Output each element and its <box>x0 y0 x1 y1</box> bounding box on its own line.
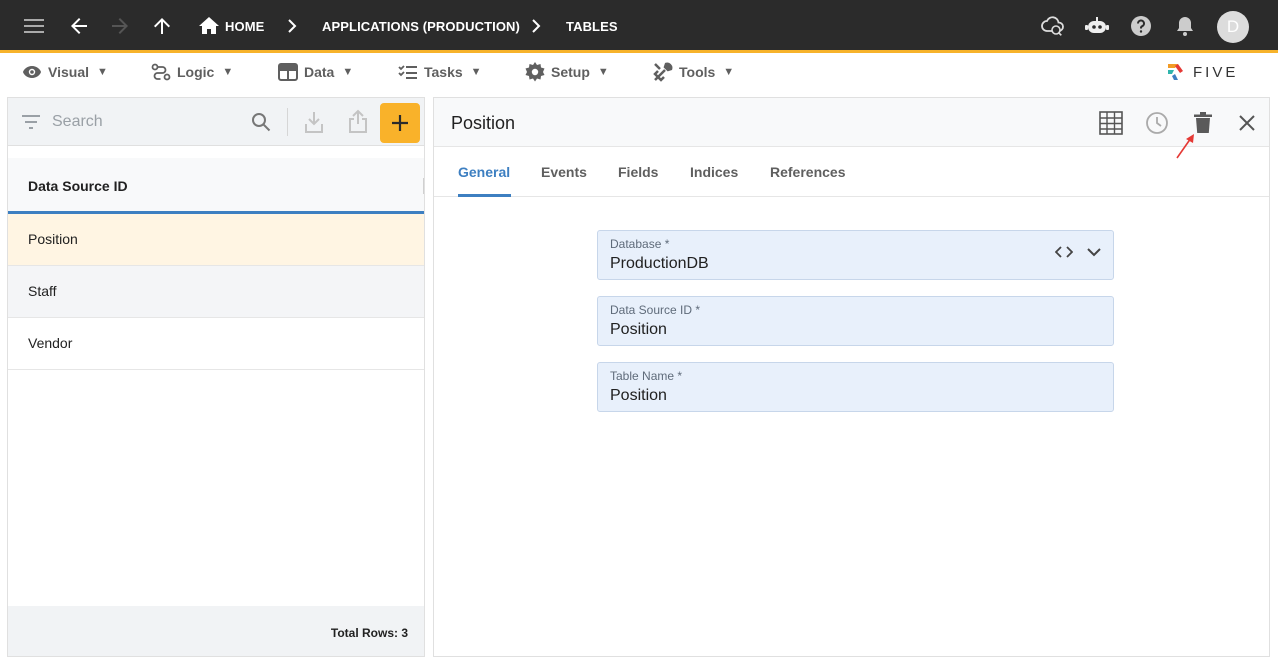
list-item[interactable]: Staff <box>8 266 424 318</box>
breadcrumb-applications[interactable]: APPLICATIONS (PRODUCTION) <box>322 19 520 34</box>
data-source-id-field[interactable]: Data Source ID * Position <box>597 296 1114 346</box>
dropdown-arrow-icon: ▼ <box>342 66 354 78</box>
active-tab-indicator <box>458 194 511 197</box>
menu-visual[interactable]: Visual ▼ <box>22 61 108 83</box>
tab-events[interactable]: Events <box>541 164 587 180</box>
menu-icon[interactable] <box>23 14 47 38</box>
tab-bar: General Events Fields Indices References <box>434 147 1269 197</box>
data-source-id-label: Data Source ID * <box>610 303 701 317</box>
eye-icon <box>23 66 41 78</box>
help-icon[interactable] <box>1129 14 1153 38</box>
page-title: Position <box>451 113 516 133</box>
list-item-label: Vendor <box>28 335 73 351</box>
import-icon[interactable] <box>304 110 324 139</box>
grid-icon[interactable] <box>1098 110 1124 136</box>
menu-logic[interactable]: Logic ▼ <box>151 61 233 83</box>
dropdown-arrow-icon: ▼ <box>470 66 482 78</box>
total-rows-label: Total Rows: 3 <box>330 626 408 640</box>
logic-icon <box>151 63 171 81</box>
tools-icon <box>653 62 673 82</box>
table-name-field[interactable]: Table Name * Position <box>597 362 1114 412</box>
tasks-icon <box>398 65 417 79</box>
search-icon[interactable] <box>251 112 271 137</box>
top-app-bar: HOME APPLICATIONS (PRODUCTION) TABLES D <box>0 0 1278 53</box>
bell-icon[interactable] <box>1173 14 1197 38</box>
column-header-label: Data Source ID <box>28 178 128 194</box>
list-item-label: Staff <box>28 283 57 299</box>
avatar[interactable]: D <box>1217 11 1249 43</box>
history-icon[interactable] <box>1144 110 1170 136</box>
database-value: ProductionDB <box>610 255 709 272</box>
list-panel: Search Data Source ID Position Staff Ven… <box>7 97 425 657</box>
tab-indices[interactable]: Indices <box>690 164 738 180</box>
menu-data[interactable]: Data ▼ <box>278 61 353 83</box>
export-icon[interactable] <box>348 108 368 139</box>
list-item-label: Position <box>28 231 78 247</box>
dropdown-arrow-icon: ▼ <box>597 66 609 78</box>
up-arrow-icon[interactable] <box>150 14 174 38</box>
divider <box>287 108 288 136</box>
search-input[interactable]: Search <box>52 113 103 131</box>
menu-data-label: Data <box>304 64 335 80</box>
cloud-connect-icon[interactable] <box>1041 14 1065 38</box>
forward-arrow-icon[interactable] <box>108 14 132 38</box>
menu-visual-label: Visual <box>48 64 89 80</box>
tab-fields[interactable]: Fields <box>618 164 658 180</box>
list-item[interactable]: Position <box>8 214 424 266</box>
menu-tools[interactable]: Tools ▼ <box>653 61 734 83</box>
plus-icon <box>392 115 408 131</box>
table-name-value: Position <box>610 387 667 404</box>
table-icon <box>278 63 298 81</box>
chevron-down-icon[interactable] <box>1087 247 1101 257</box>
database-select[interactable]: Database * ProductionDB <box>597 230 1114 280</box>
add-button[interactable] <box>380 103 420 143</box>
menu-tools-label: Tools <box>679 64 716 80</box>
annotation-arrow-icon <box>1175 132 1197 165</box>
close-icon[interactable] <box>1234 110 1260 136</box>
menu-logic-label: Logic <box>177 64 215 80</box>
tab-general[interactable]: General <box>458 164 510 180</box>
list-item[interactable]: Vendor <box>8 318 424 370</box>
tab-references[interactable]: References <box>770 164 846 180</box>
search-bar: Search <box>8 98 424 146</box>
dropdown-arrow-icon: ▼ <box>723 66 735 78</box>
chatbot-icon[interactable] <box>1085 14 1109 38</box>
five-logo-mark-icon <box>1168 64 1183 80</box>
detail-panel: Position General Events Fields Indices R… <box>433 97 1270 657</box>
code-icon[interactable] <box>1055 246 1073 258</box>
dropdown-arrow-icon: ▼ <box>222 66 234 78</box>
chevron-right-icon <box>524 14 548 38</box>
menu-tasks-label: Tasks <box>424 64 463 80</box>
data-source-id-value: Position <box>610 321 667 338</box>
gear-icon <box>525 62 545 82</box>
menu-tasks[interactable]: Tasks ▼ <box>398 61 482 83</box>
table-name-label: Table Name * <box>610 369 683 383</box>
chevron-right-icon <box>280 14 304 38</box>
menu-setup-label: Setup <box>551 64 590 80</box>
dropdown-arrow-icon: ▼ <box>97 66 108 78</box>
five-logo: FIVE <box>1165 57 1255 87</box>
list-footer: Total Rows: 3 <box>8 606 424 656</box>
detail-header: Position <box>434 98 1269 147</box>
column-resize-handle[interactable] <box>423 178 424 194</box>
column-header[interactable]: Data Source ID <box>8 158 424 214</box>
home-icon[interactable] <box>197 14 221 38</box>
breadcrumb-tables[interactable]: TABLES <box>566 19 618 34</box>
logo-text: FIVE <box>1193 63 1239 81</box>
menu-setup[interactable]: Setup ▼ <box>525 61 609 83</box>
database-label: Database * <box>610 237 670 251</box>
filter-icon[interactable] <box>21 114 41 135</box>
back-arrow-icon[interactable] <box>67 14 91 38</box>
menu-bar: Visual ▼ Logic ▼ Data ▼ Tasks ▼ Setup ▼ … <box>0 53 1278 90</box>
breadcrumb-home[interactable]: HOME <box>225 19 264 34</box>
